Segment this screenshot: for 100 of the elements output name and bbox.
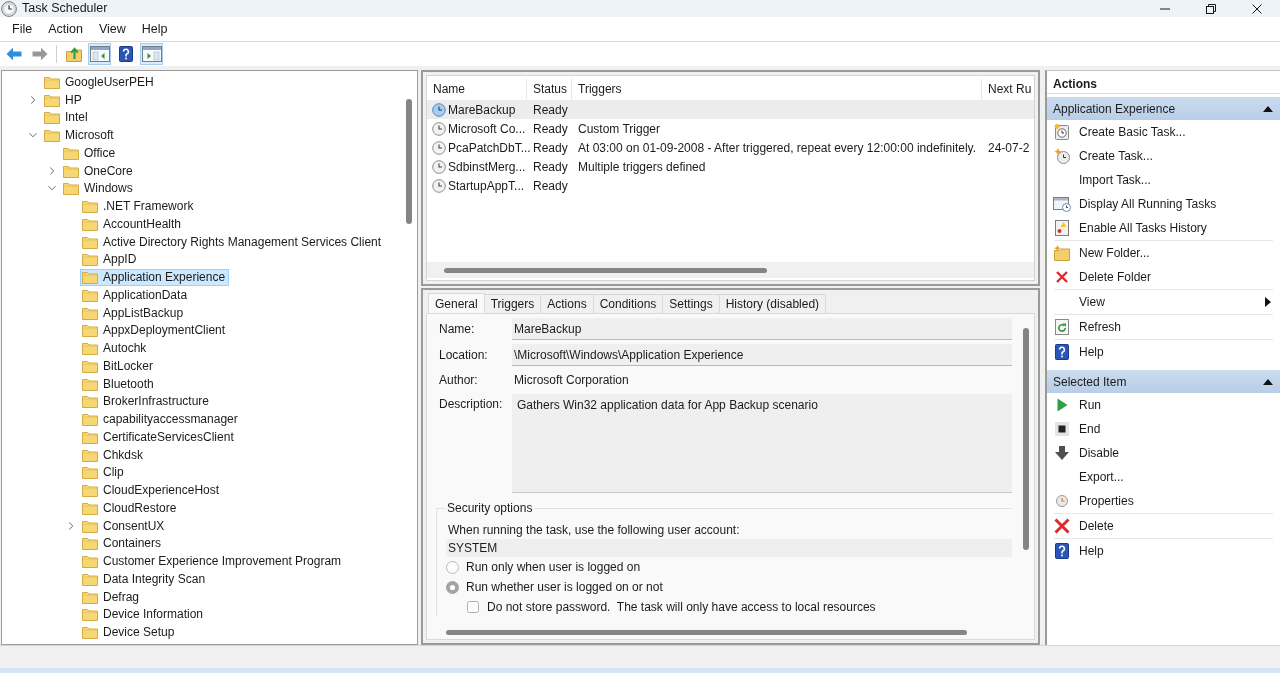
show-tree-button[interactable] bbox=[88, 43, 111, 65]
tree-item[interactable]: .NET Framework bbox=[80, 197, 198, 215]
task-row[interactable]: SdbinstMerg... Ready Multiple triggers defined bbox=[427, 157, 1034, 176]
command-link[interactable]: End bbox=[1047, 417, 1280, 441]
tree-item[interactable]: Autochk bbox=[80, 339, 151, 357]
folder-icon bbox=[82, 323, 98, 338]
checkbox[interactable] bbox=[467, 600, 479, 613]
command-link[interactable]: Enable All Tasks History bbox=[1047, 216, 1280, 240]
folder-icon bbox=[44, 74, 60, 89]
scrollbar-thumb[interactable] bbox=[406, 99, 412, 224]
show-pane-button[interactable] bbox=[140, 43, 163, 65]
account-field[interactable]: SYSTEM bbox=[446, 539, 1012, 557]
tree-item[interactable]: OneCore bbox=[61, 162, 137, 180]
tree-item[interactable]: Microsoft bbox=[42, 126, 118, 144]
down-arrow-icon bbox=[1055, 446, 1069, 460]
tab[interactable]: History (disabled) bbox=[718, 294, 827, 313]
cross-icon bbox=[1054, 518, 1070, 534]
folder-icon bbox=[82, 305, 98, 320]
scrollbar-thumb[interactable] bbox=[446, 629, 967, 635]
radio-button[interactable] bbox=[446, 580, 459, 594]
tree-item[interactable]: Device Setup bbox=[80, 623, 179, 641]
command-link[interactable]: Delete bbox=[1047, 514, 1280, 538]
command-link[interactable]: Create Basic Task... bbox=[1047, 120, 1280, 144]
document-icon bbox=[1055, 220, 1069, 236]
tree-item[interactable]: Bluetooth bbox=[80, 375, 158, 393]
tree-item[interactable]: Data Integrity Scan bbox=[80, 570, 210, 588]
tree-item[interactable]: Application Experience bbox=[80, 268, 230, 286]
section-header[interactable]: Application Experience bbox=[1047, 97, 1280, 120]
task-row[interactable]: Microsoft Co... Ready Custom Trigger bbox=[427, 119, 1034, 138]
tree-item[interactable]: Defrag bbox=[80, 588, 144, 606]
text-area[interactable]: Gathers Win32 application data for App Backup scenario bbox=[512, 394, 1012, 493]
column-header[interactable]: Status bbox=[527, 79, 572, 99]
column-header[interactable]: Name bbox=[427, 79, 527, 99]
command-link[interactable]: Disable bbox=[1047, 441, 1280, 465]
tree-item[interactable]: Office bbox=[61, 144, 120, 162]
task-row[interactable]: StartupAppT... Ready bbox=[427, 176, 1034, 195]
command-link[interactable]: Display All Running Tasks bbox=[1047, 192, 1280, 216]
tree-item[interactable]: capabilityaccessmanager bbox=[80, 410, 242, 428]
command-link[interactable]: Export... bbox=[1047, 465, 1280, 489]
tree-item[interactable]: AccountHealth bbox=[80, 215, 186, 233]
command-link[interactable]: Refresh bbox=[1047, 315, 1280, 339]
tree-item[interactable]: Customer Experience Improvement Program bbox=[80, 552, 346, 570]
tree-item[interactable]: HP bbox=[42, 91, 86, 109]
radio-button[interactable] bbox=[446, 560, 459, 574]
tree-item[interactable]: CloudExperienceHost bbox=[80, 481, 224, 499]
folder-icon bbox=[82, 376, 98, 391]
command-link[interactable]: New Folder... bbox=[1047, 241, 1280, 265]
tree-item[interactable]: BitLocker bbox=[80, 357, 158, 375]
tab[interactable]: Settings bbox=[662, 294, 720, 313]
tree-item[interactable]: Intel bbox=[42, 108, 92, 126]
tree-item[interactable]: Clip bbox=[80, 463, 128, 481]
scrollbar-thumb[interactable] bbox=[444, 267, 767, 273]
chevron-down-icon[interactable] bbox=[48, 184, 56, 193]
tree-item[interactable]: Containers bbox=[80, 534, 166, 552]
command-link[interactable]: Help bbox=[1047, 539, 1280, 563]
tree-item[interactable]: AppxDeploymentClient bbox=[80, 321, 230, 339]
command-link[interactable]: Import Task... bbox=[1047, 168, 1280, 192]
tree-item[interactable]: AppListBackup bbox=[80, 304, 188, 322]
task-row[interactable]: PcaPatchDbT... Ready At 03:00 on 01-09-2008 - After triggered, repeat every 12:00:00 indefinitely. 24-07-2 bbox=[427, 138, 1034, 157]
field-label: Author: bbox=[439, 373, 479, 387]
menu-item[interactable]: Action bbox=[40, 19, 91, 39]
tree-item[interactable]: CertificateServicesClient bbox=[80, 428, 238, 446]
column-header[interactable]: Triggers bbox=[572, 79, 982, 99]
chevron-right-icon[interactable] bbox=[67, 521, 75, 530]
menu-item[interactable]: View bbox=[90, 19, 134, 39]
scrollbar-track[interactable] bbox=[427, 262, 1034, 278]
tree-item[interactable]: Device Information bbox=[80, 605, 208, 623]
tree-item[interactable]: GoogleUserPEH bbox=[42, 73, 158, 91]
table-cell: PcaPatchDbT... bbox=[448, 140, 531, 155]
command-link[interactable]: View bbox=[1047, 290, 1280, 314]
command-link[interactable]: Create Task... bbox=[1047, 144, 1280, 168]
column-header[interactable]: Next Ru bbox=[982, 79, 1034, 99]
chevron-down-icon[interactable] bbox=[29, 131, 37, 140]
chevron-right-icon[interactable] bbox=[48, 166, 56, 175]
text-field[interactable]: \Microsoft\Windows\Application Experience bbox=[512, 344, 1012, 366]
section-header[interactable]: Selected Item bbox=[1047, 370, 1280, 393]
collapse-arrow-icon[interactable] bbox=[1263, 105, 1273, 112]
menu-item[interactable]: Help bbox=[133, 19, 176, 39]
folder-icon bbox=[82, 625, 98, 640]
tab[interactable]: Triggers bbox=[483, 294, 542, 313]
chevron-right-icon[interactable] bbox=[29, 95, 37, 104]
collapse-arrow-icon[interactable] bbox=[1263, 378, 1273, 385]
task-row[interactable]: MareBackup Ready bbox=[427, 100, 1034, 119]
folder-icon bbox=[82, 447, 98, 462]
tab[interactable]: General bbox=[428, 293, 485, 313]
tree-item[interactable]: Windows bbox=[61, 179, 137, 197]
menu-item[interactable]: File bbox=[4, 19, 41, 39]
tree-item[interactable]: AppID bbox=[80, 250, 141, 268]
command-link[interactable]: Help bbox=[1047, 340, 1280, 364]
command-link[interactable]: Delete Folder bbox=[1047, 265, 1280, 289]
tree-item[interactable]: Active Directory Rights Management Services Client bbox=[80, 233, 386, 251]
command-link[interactable]: Properties bbox=[1047, 489, 1280, 513]
scrollbar-thumb[interactable] bbox=[1023, 328, 1029, 550]
tree-item[interactable]: Chkdsk bbox=[80, 446, 147, 464]
text-field[interactable]: MareBackup bbox=[512, 318, 1012, 340]
tree-item[interactable]: ConsentUX bbox=[80, 517, 169, 535]
command-link[interactable]: Run bbox=[1047, 393, 1280, 417]
tree-item[interactable]: ApplicationData bbox=[80, 286, 192, 304]
tree-item[interactable]: CloudRestore bbox=[80, 499, 181, 517]
tree-item[interactable]: BrokerInfrastructure bbox=[80, 392, 214, 410]
